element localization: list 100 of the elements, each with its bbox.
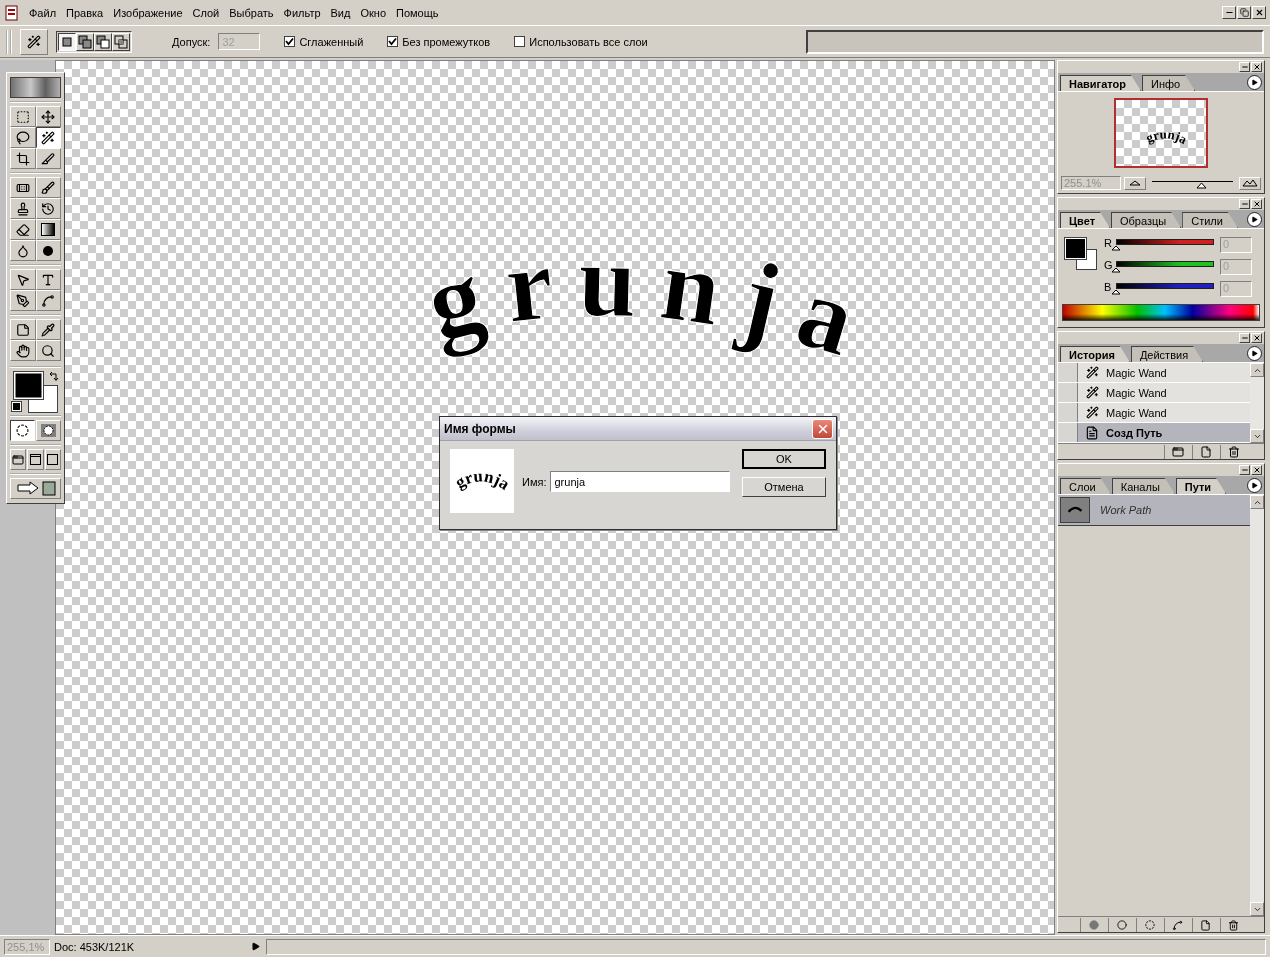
zoom-in-button[interactable]	[1239, 176, 1261, 190]
minus-icon	[1240, 63, 1249, 71]
window-icon	[30, 454, 41, 465]
jump-to-button[interactable]	[10, 478, 61, 499]
panel-menu-button[interactable]	[1247, 75, 1262, 90]
scrollbar[interactable]	[1250, 495, 1264, 916]
window-icon	[12, 453, 25, 466]
panel-menu-button[interactable]	[1247, 478, 1262, 493]
panel-tab[interactable]: Инфо	[1141, 75, 1196, 91]
menu-item[interactable]: Слой	[187, 4, 225, 21]
panel-tab[interactable]: Образцы	[1111, 212, 1182, 228]
slider-thumb[interactable]	[1111, 289, 1121, 295]
scroll-down-button[interactable]	[1250, 902, 1264, 916]
droplet-icon	[15, 243, 30, 258]
triangle-icon	[1251, 350, 1258, 357]
dialog-button[interactable]: Отмена	[742, 477, 826, 497]
path-item[interactable]: Work Path	[1058, 495, 1250, 526]
curve-icon	[41, 293, 56, 308]
tool-button[interactable]	[35, 127, 61, 148]
eraser-icon	[15, 222, 30, 237]
checkbox[interactable]	[387, 36, 399, 47]
name-label: Имя:	[522, 475, 547, 488]
color-swatches[interactable]	[1064, 237, 1098, 271]
window-icon	[1171, 446, 1184, 458]
scroll-up-button[interactable]	[1250, 495, 1264, 509]
magic-wand-icon	[1085, 366, 1099, 379]
menu-item[interactable]: Фильтр	[278, 4, 326, 21]
panel-menu-button[interactable]	[1247, 212, 1262, 227]
panel-tab[interactable]: Навигатор	[1060, 75, 1141, 91]
checkbox-label: Без промежутков	[402, 35, 491, 48]
tool-preset-button[interactable]	[20, 28, 48, 55]
panel-tab[interactable]: Слои	[1060, 478, 1111, 494]
menu-item[interactable]: Вид	[325, 4, 356, 21]
minimize-button[interactable]	[1239, 199, 1250, 209]
panel-menu-button[interactable]	[1247, 346, 1262, 361]
default-colors-icon[interactable]	[12, 402, 21, 411]
color-swatches[interactable]	[13, 371, 59, 413]
menu-item[interactable]: Правка	[61, 4, 109, 21]
history-item[interactable]: Magic Wand	[1058, 383, 1250, 403]
channel-slider[interactable]	[1116, 239, 1214, 245]
pointer-icon	[15, 272, 30, 287]
close-button[interactable]	[1251, 199, 1262, 209]
slider-thumb[interactable]	[1111, 245, 1121, 251]
note-icon	[15, 322, 30, 337]
checkbox-label: Сглаженный	[299, 35, 364, 48]
close-button[interactable]	[1251, 62, 1262, 72]
checkbox[interactable]	[514, 36, 526, 47]
close-button[interactable]	[1251, 333, 1262, 343]
mask-mode-button[interactable]	[10, 420, 35, 441]
panel-tab[interactable]: Каналы	[1111, 478, 1175, 494]
lasso-icon	[15, 130, 30, 145]
history-item[interactable]: Magic Wand	[1058, 403, 1250, 423]
scroll-up-button[interactable]	[1250, 363, 1264, 377]
swap-arrow-icon[interactable]	[48, 371, 59, 382]
panel-tab[interactable]: История	[1060, 346, 1130, 362]
checkbox[interactable]	[284, 36, 296, 47]
pen-icon	[15, 293, 30, 308]
toolbar-grip[interactable]	[6, 29, 12, 54]
screen-mode-button[interactable]	[10, 449, 27, 470]
panel-tab[interactable]: Цвет	[1060, 212, 1110, 228]
panel-tab[interactable]: Стили	[1182, 212, 1238, 228]
scroll-down-button[interactable]	[1250, 429, 1264, 443]
dialog-button[interactable]: OK	[742, 449, 826, 469]
panel-tab[interactable]: Действия	[1130, 346, 1204, 362]
scrollbar[interactable]	[1250, 363, 1264, 443]
channel-label: B	[1104, 281, 1113, 293]
trash-icon	[1228, 919, 1239, 931]
color-spectrum[interactable]	[1062, 304, 1260, 321]
screen-mode-button[interactable]	[44, 449, 61, 470]
menu-item[interactable]: Помощь	[391, 4, 444, 21]
minimize-button[interactable]	[1222, 6, 1236, 19]
close-button[interactable]	[1251, 465, 1262, 475]
dashed-circle-icon	[1144, 920, 1155, 930]
channel-slider[interactable]	[1116, 261, 1214, 267]
zoom-out-button[interactable]	[1124, 176, 1146, 190]
dashed-square-icon	[15, 109, 30, 124]
minimize-button[interactable]	[1239, 465, 1250, 475]
menu-item[interactable]: Выбрать	[224, 4, 279, 21]
triangle-icon	[1251, 482, 1258, 489]
menu-item[interactable]: Файл	[24, 4, 62, 21]
crop-icon	[15, 151, 30, 166]
menu-item[interactable]: Изображение	[108, 4, 188, 21]
document-icon	[1085, 425, 1099, 440]
slider-thumb[interactable]	[1196, 181, 1208, 189]
square-icon	[47, 454, 59, 465]
history-item[interactable]: Magic Wand	[1058, 363, 1250, 383]
restore-button[interactable]	[1237, 6, 1251, 19]
menu-item[interactable]: Окно	[355, 4, 391, 21]
history-item[interactable]: Созд Путь	[1058, 423, 1250, 443]
minimize-button[interactable]	[1239, 62, 1250, 72]
tolerance-label: Допуск:	[172, 35, 211, 48]
selection-mode-button[interactable]	[58, 32, 76, 51]
close-button[interactable]	[1252, 6, 1266, 19]
name-field[interactable]: grunja	[550, 471, 731, 492]
screen-mode-button[interactable]	[27, 449, 44, 470]
channel-slider[interactable]	[1116, 283, 1214, 289]
slider-thumb[interactable]	[1111, 267, 1121, 273]
toolbox-logo[interactable]	[10, 77, 61, 98]
panel-tab[interactable]: Пути	[1175, 478, 1227, 494]
minimize-button[interactable]	[1239, 333, 1250, 343]
